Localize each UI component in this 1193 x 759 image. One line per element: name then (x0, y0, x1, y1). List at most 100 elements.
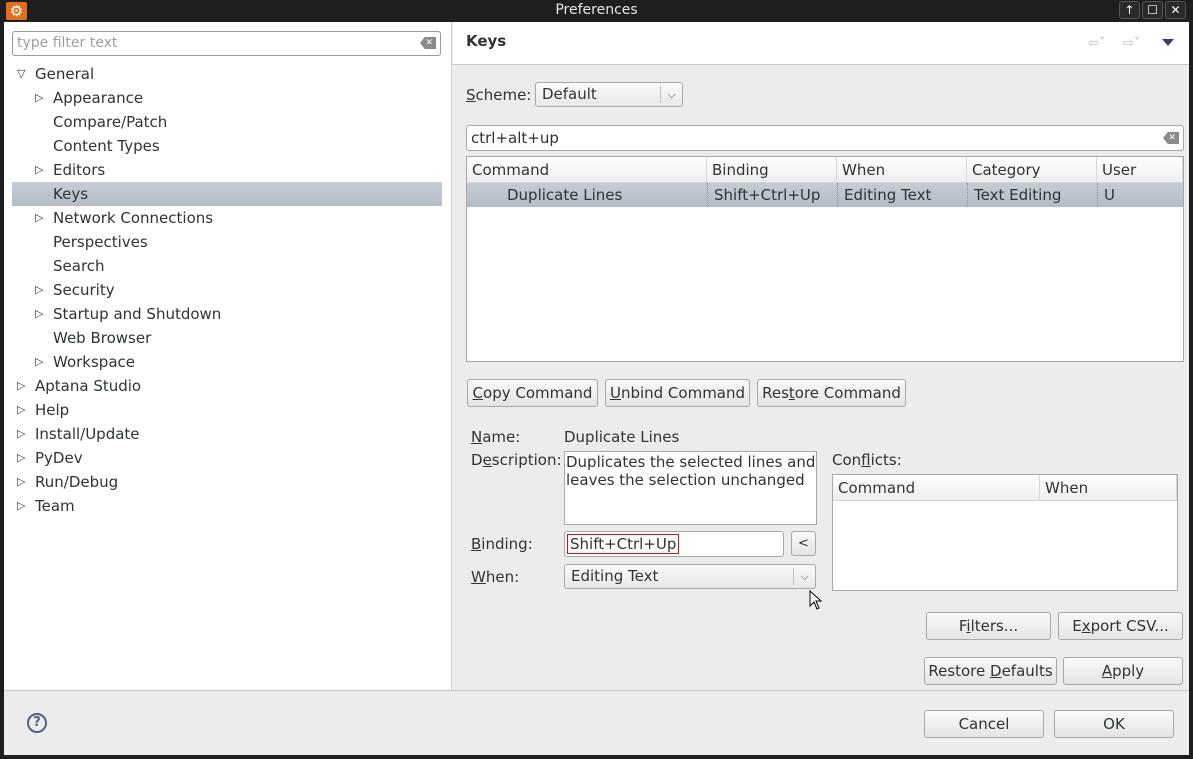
tree-item-pydev[interactable]: ▷ PyDev (12, 446, 442, 470)
tree-item-startup-and-shutdown[interactable]: ▷ Startup and Shutdown (12, 302, 442, 326)
tree-item-search[interactable]: Search (12, 254, 442, 278)
scheme-value: Default (542, 85, 597, 103)
restore-command-button[interactable]: Restore Command (757, 379, 906, 407)
collapsed-triangle-icon[interactable]: ▷ (35, 86, 47, 110)
title-bar[interactable]: ⚙ Preferences ↑ ☐ ✕ (0, 0, 1193, 22)
binding-input[interactable]: Shift+Ctrl+Up (564, 531, 784, 557)
tree-item-label: Run/Debug (35, 473, 119, 491)
description-label: Description: (471, 451, 562, 469)
tree-item-general[interactable]: ▽ General (12, 62, 442, 86)
tree-item-workspace[interactable]: ▷ Workspace (12, 350, 442, 374)
cell-when: Editing Text (837, 183, 967, 207)
column-category[interactable]: Category (967, 157, 1097, 183)
collapsed-triangle-icon[interactable]: ▷ (17, 494, 29, 518)
conflicts-label: Conflicts: (832, 451, 902, 469)
tree-item-label: Startup and Shutdown (53, 305, 222, 323)
tree-item-perspectives[interactable]: Perspectives (12, 230, 442, 254)
tree-item-label: General (35, 65, 95, 83)
restore-defaults-button[interactable]: Restore Defaults (924, 657, 1057, 685)
ok-button[interactable]: OK (1054, 710, 1174, 738)
column-user[interactable]: User (1097, 157, 1183, 183)
chevron-left-icon: < (798, 536, 809, 551)
column-when[interactable]: When (837, 157, 967, 183)
forward-nav-icon[interactable]: ⇨˅ (1123, 36, 1140, 51)
binding-label: Binding: (471, 535, 533, 553)
expanded-triangle-icon[interactable]: ▽ (17, 62, 29, 86)
table-row[interactable]: Duplicate Lines Shift+Ctrl+Up Editing Te… (467, 183, 1183, 207)
when-value: Editing Text (571, 567, 659, 585)
keys-search-field[interactable]: ✕ (466, 125, 1184, 151)
export-csv-button[interactable]: Export CSV... (1058, 612, 1183, 640)
keys-table-header: Command Binding When Category User (467, 157, 1183, 183)
filter-input[interactable] (13, 32, 413, 54)
tree-item-label: Editors (53, 161, 106, 179)
collapsed-triangle-icon[interactable]: ▷ (17, 374, 29, 398)
dialog-body: ✕ ▽ General ▷ Appearance Compare/Patch Conten… (4, 22, 1189, 755)
keys-page: Keys ⇦˅ ⇨˅ Scheme: Default ⌵ ✕ Command B… (453, 22, 1189, 690)
tree-item-label: Security (53, 281, 115, 299)
tree-item-label: PyDev (35, 449, 83, 467)
tree-item-label: Search (53, 257, 105, 275)
cell-command: Duplicate Lines (507, 186, 623, 204)
collapsed-triangle-icon[interactable]: ▷ (35, 158, 47, 182)
close-button[interactable]: ✕ (1165, 1, 1186, 19)
collapsed-triangle-icon[interactable]: ▷ (17, 422, 29, 446)
dialog-button-bar: ? Cancel OK (4, 690, 1189, 755)
column-binding[interactable]: Binding (707, 157, 837, 183)
window-title: Preferences (555, 2, 638, 18)
apply-button[interactable]: Apply (1063, 657, 1183, 685)
back-nav-icon[interactable]: ⇦˅ (1088, 36, 1105, 51)
collapsed-triangle-icon[interactable]: ▷ (35, 302, 47, 326)
tree-item-network-connections[interactable]: ▷ Network Connections (12, 206, 442, 230)
clear-filter-icon[interactable]: ✕ (420, 37, 436, 49)
copy-command-button[interactable]: Copy Command (467, 379, 598, 407)
tree-item-help[interactable]: ▷ Help (12, 398, 442, 422)
tree-item-label: Compare/Patch (53, 113, 168, 131)
collapsed-triangle-icon[interactable]: ▷ (35, 206, 47, 230)
add-key-menu-button[interactable]: < (791, 531, 816, 556)
tree-item-content-types[interactable]: Content Types (12, 134, 442, 158)
tree-item-team[interactable]: ▷ Team (12, 494, 442, 518)
keys-search-input[interactable] (467, 126, 1147, 150)
conflicts-table[interactable]: Command When (832, 474, 1178, 591)
collapsed-triangle-icon[interactable]: ▷ (35, 350, 47, 374)
cell-category: Text Editing (967, 183, 1097, 207)
view-menu-icon[interactable] (1162, 39, 1174, 46)
keys-table[interactable]: Command Binding When Category User Dupli… (466, 156, 1184, 362)
tree-item-security[interactable]: ▷ Security (12, 278, 442, 302)
name-value: Duplicate Lines (564, 428, 680, 446)
maximize-button[interactable]: ☐ (1142, 1, 1163, 19)
description-textarea[interactable]: Duplicates the selected lines and leaves… (564, 451, 817, 525)
mouse-cursor-icon (809, 590, 823, 610)
filters-button[interactable]: Filters... (926, 612, 1051, 640)
minimize-button[interactable]: ↑ (1119, 1, 1140, 19)
tree-item-appearance[interactable]: ▷ Appearance (12, 86, 442, 110)
collapsed-triangle-icon[interactable]: ▷ (35, 278, 47, 302)
tree-item-run-debug[interactable]: ▷ Run/Debug (12, 470, 442, 494)
when-select[interactable]: Editing Text ⌵ (564, 564, 816, 589)
tree-item-install-update[interactable]: ▷ Install/Update (12, 422, 442, 446)
conflicts-column-when[interactable]: When (1040, 475, 1177, 501)
name-label: Name: (471, 428, 521, 446)
tree-item-label: Workspace (53, 353, 135, 371)
filter-field[interactable]: ✕ (12, 31, 441, 56)
tree-item-label: Aptana Studio (35, 377, 142, 395)
conflicts-column-command[interactable]: Command (833, 475, 1040, 501)
tree-item-web-browser[interactable]: Web Browser (12, 326, 442, 350)
collapsed-triangle-icon[interactable]: ▷ (17, 446, 29, 470)
scheme-select[interactable]: Default ⌵ (535, 82, 683, 107)
help-icon[interactable]: ? (27, 713, 47, 733)
tree-item-keys[interactable]: Keys (12, 182, 442, 206)
collapsed-triangle-icon[interactable]: ▷ (17, 470, 29, 494)
tree-item-label: Perspectives (53, 233, 148, 251)
collapsed-triangle-icon[interactable]: ▷ (17, 398, 29, 422)
tree-item-editors[interactable]: ▷ Editors (12, 158, 442, 182)
column-command[interactable]: Command (467, 157, 707, 183)
tree-item-label: Appearance (53, 89, 144, 107)
clear-search-icon[interactable]: ✕ (1163, 132, 1179, 144)
unbind-command-button[interactable]: Unbind Command (605, 379, 750, 407)
tree-item-compare-patch[interactable]: Compare/Patch (12, 110, 442, 134)
cancel-button[interactable]: Cancel (924, 710, 1044, 738)
cell-user: U (1097, 183, 1183, 207)
tree-item-aptana-studio[interactable]: ▷ Aptana Studio (12, 374, 442, 398)
